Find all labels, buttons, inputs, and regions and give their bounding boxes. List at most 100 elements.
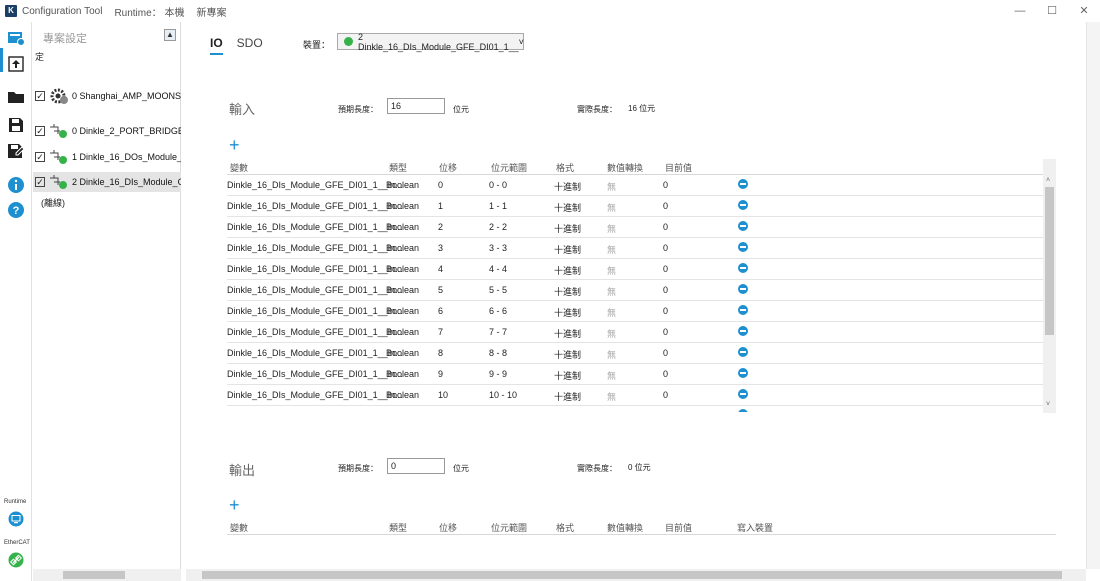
svg-text:?: ? [13, 205, 20, 217]
row-variable: Dinkle_16_DIs_Module_GFE_DI01_1__In... [227, 222, 403, 232]
tree-item-checkbox[interactable]: ✓ [35, 177, 45, 187]
tab-io[interactable]: IO [210, 36, 223, 55]
main-vertical-scrollbar[interactable] [1086, 22, 1100, 569]
table-row[interactable]: Dinkle_16_DIs_Module_GFE_DI01_1__In... Bo… [227, 238, 1043, 259]
remove-row-icon[interactable] [738, 284, 748, 294]
runtime-rail-label: Runtime [4, 499, 27, 505]
col-bit-range: 位元範圍 [491, 523, 528, 533]
row-bit-range: 2 - 2 [489, 222, 508, 232]
minimize-button[interactable]: — [1004, 0, 1036, 22]
save-button[interactable] [5, 114, 27, 136]
tree-item-master[interactable]: ✓ 0 Shanghai_AMP_MOONS_ [33, 86, 181, 106]
table-row[interactable]: Dinkle_16_DIs_Module_GFE_DI01_1__In... Bo… [227, 175, 1043, 196]
input-table-scroll-thumb[interactable] [1045, 187, 1054, 335]
col-offset: 位移 [439, 523, 458, 533]
col-type: 類型 [389, 523, 408, 533]
save-icon [9, 118, 23, 132]
monitor-icon [8, 511, 24, 527]
row-type: Boolean [386, 306, 420, 316]
table-row[interactable]: Dinkle_16_DIs_Module_GFE_DI01_1__In... Bo… [227, 301, 1043, 322]
table-row[interactable]: Dinkle_16_DIs_Module_GFE_DI01_1__In... Bo… [227, 280, 1043, 301]
row-bit-range: 7 - 7 [489, 327, 508, 337]
add-input-icon[interactable]: + [229, 136, 240, 154]
remove-row-icon[interactable] [738, 326, 748, 336]
table-row[interactable]: Dinkle_16_DIs_Module_GFE_DI01_1__In... Bo… [227, 322, 1043, 343]
remove-row-icon[interactable] [738, 305, 748, 315]
ethercat-button[interactable] [5, 549, 27, 571]
table-row[interactable]: Dinkle_16_DIs_Module_GFE_DI01_1__In... Bo… [227, 385, 1043, 406]
tree-scroll-thumb[interactable] [63, 571, 125, 579]
row-conversion: 無 [607, 203, 617, 213]
remove-row-icon[interactable] [738, 179, 748, 189]
remove-row-icon[interactable] [738, 221, 748, 231]
info-button[interactable] [5, 174, 27, 196]
tree-horizontal-scrollbar[interactable] [33, 569, 181, 581]
scroll-up-icon[interactable]: ˄ [1046, 177, 1050, 184]
rail-active-indicator [0, 48, 3, 72]
table-row[interactable]: Dinkle_16_DIs_Module_GFE_DI01_1__In... Bo… [227, 259, 1043, 280]
row-offset: 2 [438, 222, 444, 232]
output-expected-length-label: 預期長度： [338, 464, 378, 473]
row-type: Boolean [386, 243, 420, 253]
tree-item-checkbox[interactable]: ✓ [35, 126, 45, 136]
maximize-button[interactable]: ☐ [1036, 0, 1068, 22]
table-row[interactable]: Dinkle_16_DIs_Module_GFE_DI01_1__In... Bo… [227, 217, 1043, 238]
row-conversion: 無 [607, 287, 617, 297]
scroll-down-icon[interactable]: ˅ [1046, 401, 1050, 408]
row-format: 十進制 [554, 203, 582, 213]
row-bit-range: 0 - 0 [489, 180, 508, 190]
tree-item-dos-module[interactable]: ✓ 1 Dinkle_16_DOs_Module_C [33, 147, 181, 167]
gear-icon [48, 87, 70, 105]
tree-item-bridge[interactable]: ✓ 0 Dinkle_2_PORT_BRIDGE_G [33, 121, 181, 141]
row-conversion: 無 [607, 392, 617, 402]
row-format: 十進制 [554, 329, 582, 339]
project-settings-button[interactable] [5, 27, 27, 49]
pin-icon[interactable]: ▲ [164, 29, 176, 41]
tree-item-checkbox[interactable]: ✓ [35, 91, 45, 101]
input-table-scrollbar[interactable]: ˄ ˅ [1043, 159, 1056, 413]
output-expected-length-field[interactable]: 0 [387, 458, 445, 474]
table-row[interactable]: Dinkle_16_DIs_Module_GFE_DI01_1__In... Bo… [227, 364, 1043, 385]
add-output-icon[interactable]: + [229, 496, 240, 514]
row-offset: 6 [438, 306, 444, 316]
row-current-value: 0 [663, 222, 669, 232]
remove-row-icon[interactable] [738, 389, 748, 399]
row-conversion: 無 [607, 245, 617, 255]
tab-sdo[interactable]: SDO [237, 36, 263, 55]
remove-row-icon[interactable] [738, 242, 748, 252]
open-folder-button[interactable] [5, 86, 27, 108]
input-expected-length-field[interactable]: 16 [387, 98, 445, 114]
runtime-button[interactable] [5, 508, 27, 530]
table-row[interactable]: Dinkle_16_DIs_Module_GFE_DI01_1__In... Bo… [227, 343, 1043, 364]
main-horizontal-scrollbar[interactable] [186, 569, 1086, 581]
device-label: 裝置： [303, 40, 331, 50]
save-as-button[interactable] [5, 140, 27, 162]
row-format: 十進制 [554, 224, 582, 234]
tree-item-label: 0 Dinkle_2_PORT_BRIDGE_G [72, 126, 181, 136]
table-row[interactable]: Dinkle_16_DIs_Module_GFE_DI01_1__In... Bo… [227, 196, 1043, 217]
upload-button[interactable] [5, 53, 27, 75]
ethercat-module-icon [48, 122, 70, 140]
tree-cut-text: 定 [35, 52, 45, 62]
tree-item-checkbox[interactable]: ✓ [35, 152, 45, 162]
main-panel: IO SDO 裝置： 2 Dinkle_16_DIs_Module_GFE_DI… [186, 22, 1100, 581]
close-button[interactable]: ✕ [1068, 0, 1100, 22]
row-offset: 5 [438, 285, 444, 295]
remove-row-icon[interactable] [738, 263, 748, 273]
remove-row-icon[interactable] [738, 409, 748, 412]
tree-item-dis-module[interactable]: ✓ 2 Dinkle_16_DIs_Module_GF [33, 172, 181, 192]
row-variable: Dinkle_16_DIs_Module_GFE_DI01_1__In... [227, 306, 403, 316]
title-bar: K Configuration Tool Runtime： 本機 新專案 — ☐… [0, 0, 1100, 22]
main-scroll-thumb[interactable] [202, 571, 1062, 579]
help-button[interactable]: ? [5, 199, 27, 221]
remove-row-icon[interactable] [738, 347, 748, 357]
col-variable: 變數 [230, 163, 249, 173]
col-conversion: 數值轉換 [607, 163, 644, 173]
row-offset: 10 [438, 390, 449, 400]
row-format: 十進制 [554, 266, 582, 276]
remove-row-icon[interactable] [738, 200, 748, 210]
row-format: 十進制 [554, 308, 582, 318]
device-select[interactable]: 2 Dinkle_16_DIs_Module_GFE_DI01_1__ ˅ [337, 32, 524, 52]
row-bit-range: 3 - 3 [489, 243, 508, 253]
remove-row-icon[interactable] [738, 368, 748, 378]
